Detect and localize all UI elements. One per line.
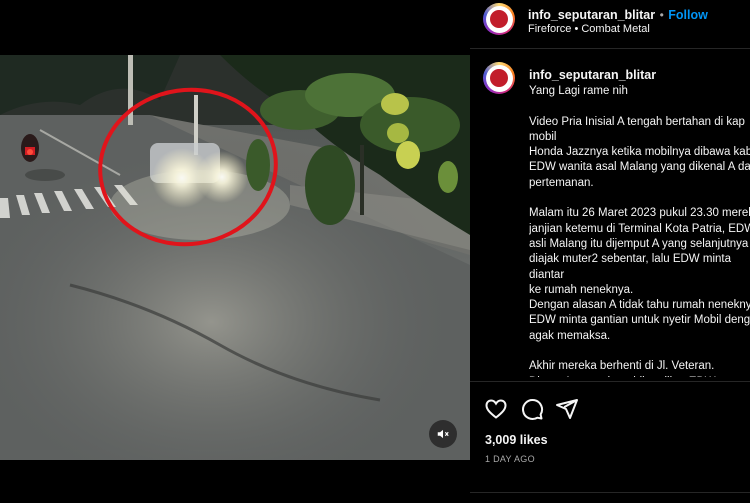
caption-area: info_seputaran_blitar Yang Lagi rame nih… <box>470 49 750 379</box>
post-timestamp[interactable]: 1 DAY AGO <box>485 454 535 464</box>
share-icon[interactable] <box>555 397 579 421</box>
like-count[interactable]: 3,009 likes <box>485 433 548 447</box>
caption-username[interactable]: info_seputaran_blitar <box>529 68 656 82</box>
mute-button[interactable] <box>429 420 457 448</box>
post-actions: 3,009 likes 1 DAY AGO <box>470 381 750 501</box>
post-header: info_seputaran_blitar • Follow Fireforce… <box>470 0 750 49</box>
comment-icon[interactable] <box>520 397 544 421</box>
add-comment-row[interactable] <box>470 492 750 503</box>
video-frame <box>0 55 470 460</box>
speaker-muted-icon <box>437 429 449 439</box>
caption-text: Yang Lagi rame nih Video Pria Inisial A … <box>529 85 750 377</box>
post-video[interactable] <box>0 55 470 460</box>
post-author-username[interactable]: info_seputaran_blitar <box>528 8 655 22</box>
avatar[interactable] <box>483 3 515 35</box>
caption-avatar[interactable] <box>483 62 515 94</box>
profile-logo-icon <box>490 10 508 28</box>
header-separator: • <box>659 8 664 22</box>
post-side-panel: info_seputaran_blitar • Follow Fireforce… <box>470 0 750 500</box>
follow-button[interactable]: Follow <box>668 8 708 22</box>
heart-icon[interactable] <box>484 397 508 421</box>
profile-logo-icon <box>490 69 508 87</box>
audio-track[interactable]: Fireforce • Combat Metal <box>528 23 650 35</box>
